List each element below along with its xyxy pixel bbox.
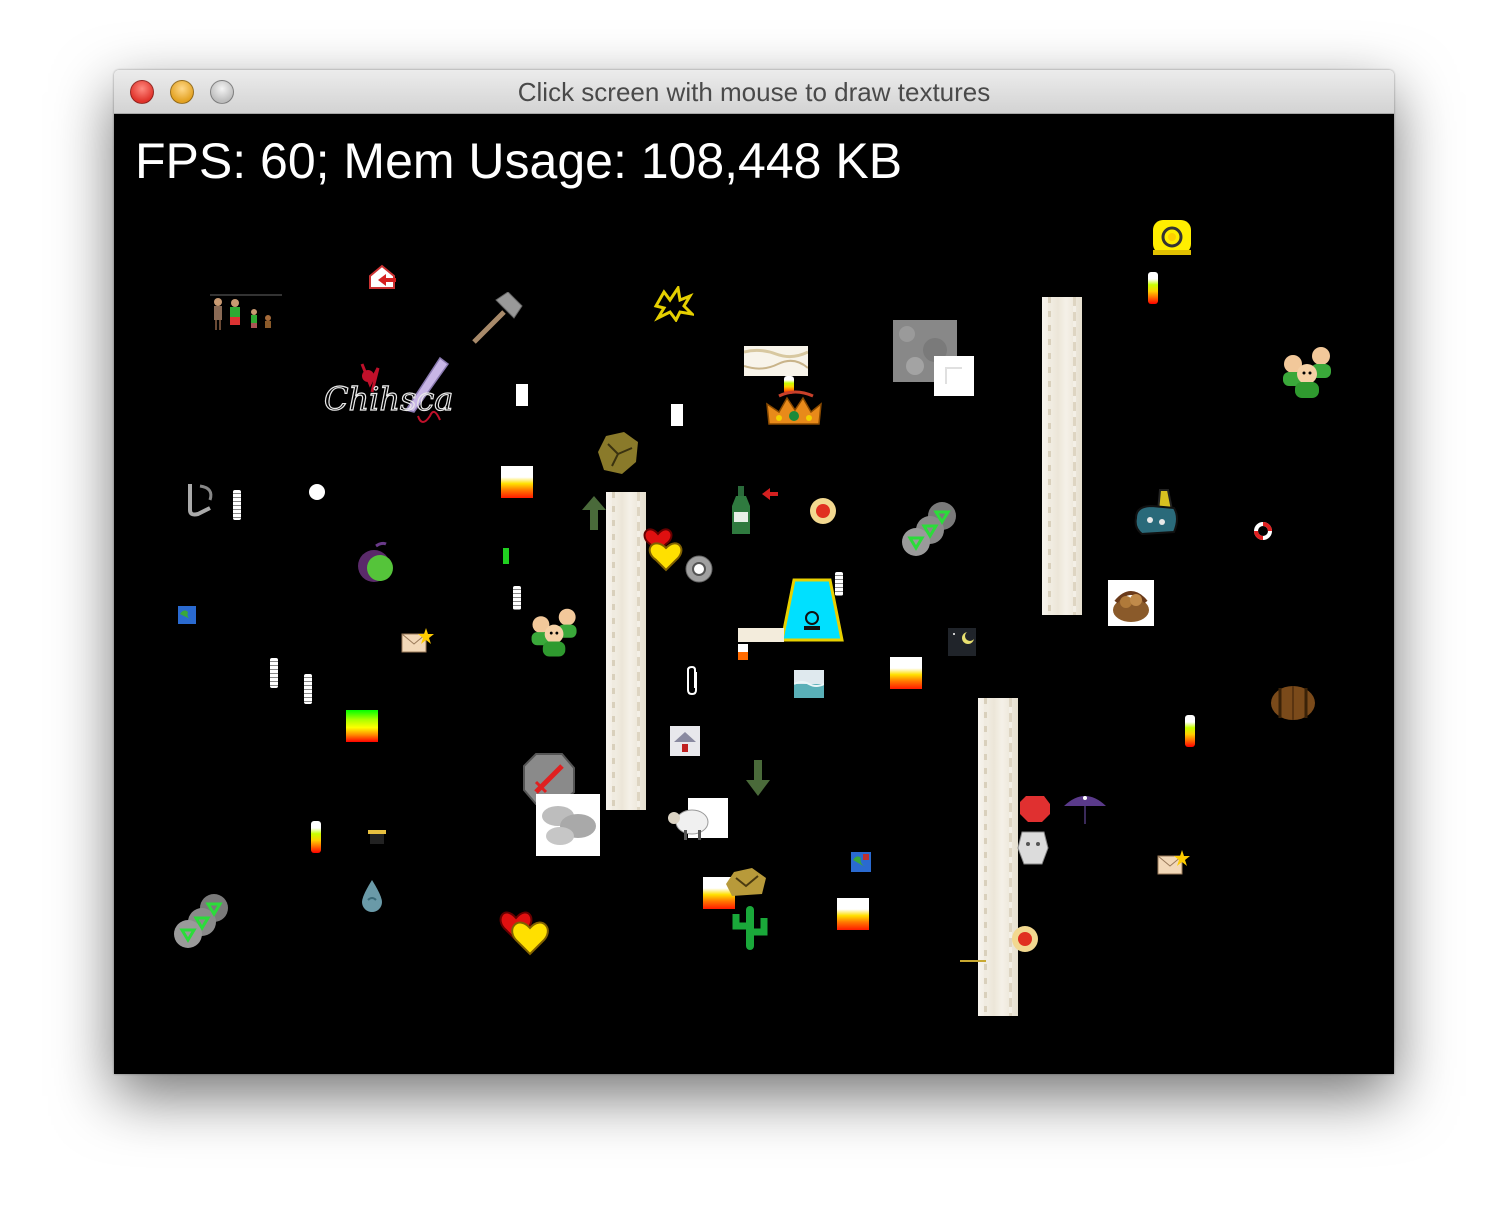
splat-icon [653,286,694,322]
stone-pillar [606,492,646,810]
gradient-bar [890,657,922,689]
white-block [671,404,683,426]
down-arrow-icon [746,760,770,796]
scroll-strip [738,628,784,660]
cracked-rock-icon [726,868,766,896]
red-blob-icon [1020,796,1050,822]
spring-icon [304,674,312,704]
moon-night-icon [948,628,976,656]
apple-icon [358,541,393,582]
stone-pillar [1042,297,1082,615]
cactus-icon [732,906,768,950]
water-tile-icon [794,670,824,698]
feather-signature-icon: Chihscat [323,356,454,423]
spring-icon [513,586,521,610]
hook-icon [188,484,213,517]
basket-icon [1108,580,1154,626]
house-arrow-icon [369,264,396,289]
cracked-rock-icon [598,432,638,474]
stone-head-icon [1017,831,1049,865]
window-title: Click screen with mouse to draw textures [517,77,991,107]
umbrella-icon [1064,796,1106,824]
gem-button-icon [685,555,713,583]
sheep-icon [668,798,728,840]
purse-icon [1134,489,1178,536]
spring-icon [233,490,241,520]
small-dash [960,960,986,962]
cyan-trapezoid-icon [780,578,844,642]
rock-cluster-icon [174,894,228,948]
gauge-icon [311,821,321,853]
gradient-bar [837,898,869,930]
gradient-bar [501,466,533,498]
app-window: Click screen with mouse to draw textures… [114,70,1394,1074]
red-gem-icon [1012,926,1038,952]
hazard-lamp-icon [1153,220,1191,255]
drawing-canvas[interactable]: FPS: 60; Mem Usage: 108,448 KB Chihscat [114,114,1394,1074]
barrel-icon [1271,686,1315,720]
green-marker [503,548,509,564]
envelope-icon [1157,850,1190,875]
bottle-icon [732,486,778,534]
gauge-icon [1148,272,1158,304]
lifebuoy-icon [1254,522,1272,540]
spring-icon [270,658,278,688]
chest-icon [368,830,386,844]
cloud-stone-tile [536,794,600,856]
title-bar[interactable]: Click screen with mouse to draw textures [114,70,1394,114]
envelope-icon [401,628,434,653]
rock-cluster-icon [902,502,956,556]
marble-icon [309,484,325,500]
globe-icon [851,852,871,872]
fps-memory-readout: FPS: 60; Mem Usage: 108,448 KB [135,133,903,189]
users-group-icon [1283,347,1331,398]
white-tile [934,356,974,396]
heart-icon [643,528,683,572]
globe-icon [178,606,196,624]
crown-icon [766,390,822,425]
family-icon [210,294,282,330]
cabin-tile-icon [670,726,700,756]
red-gem-icon [810,498,836,524]
white-block [516,384,528,406]
up-arrow-icon [582,496,606,530]
heart-icon [499,911,549,956]
gauge-icon [1185,715,1195,747]
scroll-banner-icon [744,346,808,376]
drop-icon [362,880,382,912]
users-group-icon [531,608,577,657]
paperclip-icon [687,666,697,696]
hammer-icon [472,292,523,344]
stone-pillar [978,698,1018,1016]
gradient-bar-green [346,710,378,742]
